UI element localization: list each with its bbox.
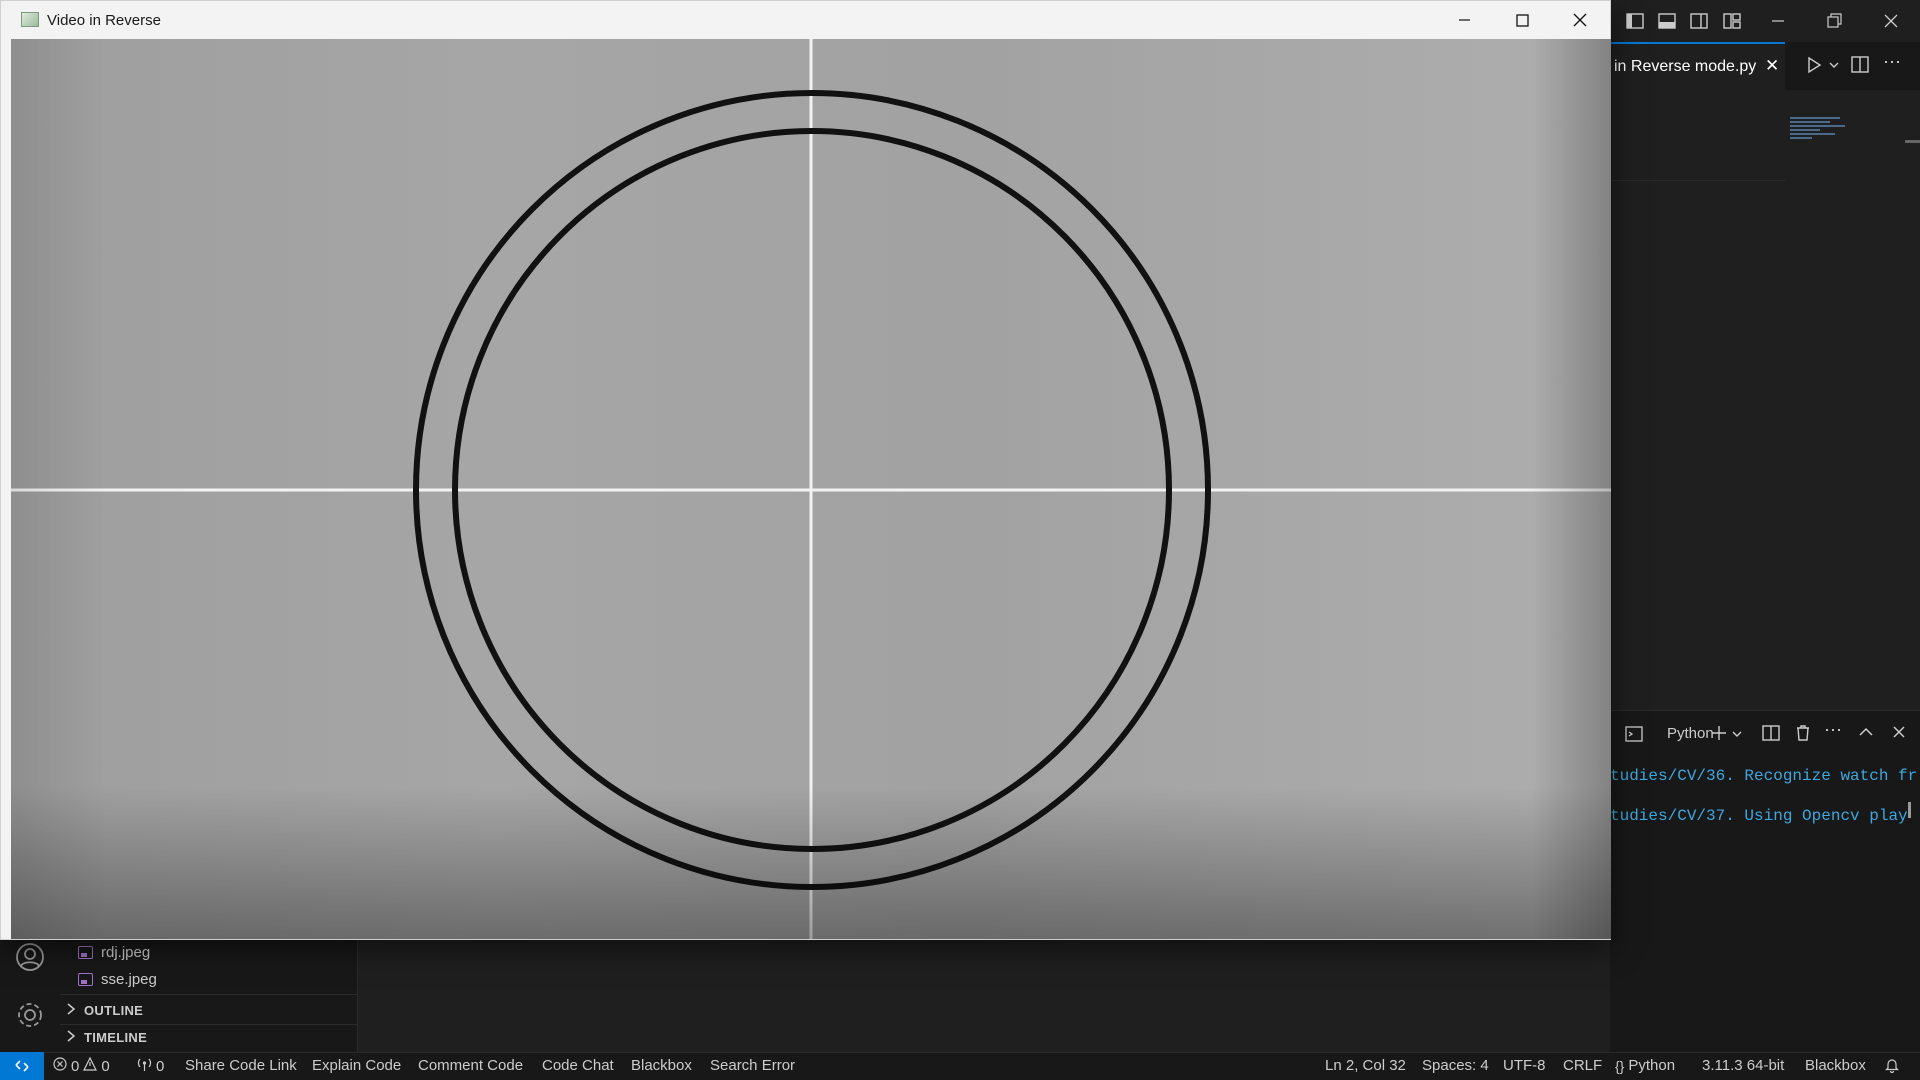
error-icon — [53, 1057, 67, 1075]
terminal-more-actions-icon[interactable]: ⋯ — [1824, 720, 1842, 741]
section-divider — [60, 994, 357, 995]
explorer-sidebar: rdj.jpeg sse.jpeg OUTLINE TIMELINE — [60, 940, 358, 1052]
timeline-section-header[interactable]: TIMELINE — [66, 1025, 147, 1049]
language-mode[interactable]: {} Python — [1615, 1057, 1675, 1074]
accounts-icon[interactable] — [15, 942, 45, 977]
encoding-setting[interactable]: UTF-8 — [1503, 1057, 1546, 1074]
vscode-minimize-icon[interactable] — [1768, 11, 1788, 31]
terminal-name[interactable]: Python — [1667, 725, 1714, 742]
editor-tab-label: in Reverse mode.py — [1614, 58, 1757, 75]
cursor-position[interactable]: Ln 2, Col 32 — [1325, 1057, 1406, 1074]
frame-vignette — [11, 39, 1611, 939]
manage-gear-icon[interactable] — [15, 1000, 45, 1035]
file-name: sse.jpeg — [101, 970, 157, 988]
warning-count: 0 — [101, 1057, 110, 1075]
image-file-icon — [78, 945, 93, 959]
terminal-dropdown-chevron-icon[interactable] — [1731, 727, 1743, 745]
tab-close-icon[interactable]: ✕ — [1765, 56, 1779, 76]
language-label: Python — [1628, 1057, 1676, 1074]
ports-count: 0 — [156, 1058, 165, 1075]
toggle-primary-sidebar-icon[interactable] — [1625, 11, 1645, 31]
maximize-icon — [1516, 14, 1529, 27]
image-file-icon — [78, 972, 93, 986]
window-titlebar[interactable]: Video in Reverse — [1, 1, 1610, 39]
vscode-restore-icon[interactable] — [1824, 11, 1844, 31]
comment-code-button[interactable]: Comment Code — [418, 1057, 523, 1074]
broadcast-icon — [137, 1057, 152, 1076]
opencv-app-icon — [21, 12, 39, 27]
terminal-icon — [1624, 724, 1644, 749]
split-editor-icon[interactable] — [1850, 55, 1870, 80]
problems-indicator[interactable]: 0 0 — [53, 1056, 110, 1075]
outline-label: OUTLINE — [84, 1002, 144, 1018]
warning-icon — [83, 1056, 98, 1075]
editor-divider — [1610, 180, 1785, 181]
window-minimize-button[interactable] — [1435, 1, 1493, 39]
remote-indicator-button[interactable] — [0, 1052, 44, 1080]
remote-icon — [15, 1060, 29, 1072]
file-item-sse[interactable]: sse.jpeg — [78, 967, 157, 991]
eol-setting[interactable]: CRLF — [1563, 1057, 1602, 1074]
kill-terminal-trash-icon[interactable] — [1793, 723, 1813, 748]
editor-tab-reverse-mode[interactable]: in Reverse mode.py ✕ — [1610, 42, 1785, 90]
status-bar: 0 0 0 Share Code Link Explain Code Comme… — [0, 1052, 1920, 1080]
share-code-link-button[interactable]: Share Code Link — [185, 1057, 297, 1074]
minimize-icon — [1459, 19, 1470, 21]
explain-code-button[interactable]: Explain Code — [312, 1057, 401, 1074]
maximize-panel-chevron-up-icon[interactable] — [1857, 723, 1875, 746]
editor-scrollbar[interactable] — [1905, 140, 1920, 143]
terminal-line: tudies/CV/36. Recognize watch fr — [1610, 767, 1918, 785]
terminal-line: tudies/CV/37. Using Opencv play — [1610, 807, 1908, 825]
editor-area[interactable] — [1610, 90, 1920, 710]
run-python-file-icon[interactable] — [1805, 56, 1823, 79]
terminal-panel-header: Python ⋯ — [1610, 714, 1920, 752]
blackbox-button[interactable]: Blackbox — [631, 1057, 692, 1074]
more-actions-icon[interactable]: ⋯ — [1883, 52, 1901, 73]
vscode-close-icon[interactable] — [1881, 11, 1901, 31]
window-close-button[interactable] — [1551, 1, 1609, 39]
indentation-setting[interactable]: Spaces: 4 — [1422, 1057, 1489, 1074]
chevron-right-icon — [66, 1002, 76, 1018]
outline-section-header[interactable]: OUTLINE — [66, 998, 143, 1022]
minimap[interactable] — [1790, 115, 1850, 150]
python-interpreter[interactable]: 3.11.3 64-bit — [1702, 1057, 1784, 1074]
file-name: rdj.jpeg — [101, 943, 151, 961]
customize-layout-icon[interactable] — [1722, 11, 1742, 31]
notifications-bell-icon[interactable] — [1884, 1057, 1900, 1073]
braces-icon: {} — [1615, 1057, 1625, 1074]
ports-indicator[interactable]: 0 — [137, 1057, 164, 1076]
chevron-right-icon — [66, 1029, 76, 1045]
split-terminal-icon[interactable] — [1761, 723, 1781, 748]
blackbox-status[interactable]: Blackbox — [1805, 1057, 1866, 1074]
close-panel-icon[interactable] — [1890, 723, 1908, 746]
terminal-scrollbar[interactable] — [1908, 802, 1911, 818]
search-error-button[interactable]: Search Error — [710, 1057, 795, 1074]
window-maximize-button[interactable] — [1493, 1, 1551, 39]
toggle-panel-icon[interactable] — [1657, 11, 1677, 31]
run-dropdown-chevron-icon[interactable] — [1828, 58, 1840, 76]
video-frame — [11, 39, 1611, 939]
window-title: Video in Reverse — [47, 12, 161, 29]
toggle-secondary-sidebar-icon[interactable] — [1689, 11, 1709, 31]
new-terminal-plus-icon[interactable] — [1709, 723, 1729, 748]
timeline-label: TIMELINE — [84, 1029, 148, 1045]
file-item-rdj[interactable]: rdj.jpeg — [78, 940, 150, 964]
terminal-panel: tudies/CV/36. Recognize watch fr tudies/… — [1610, 710, 1920, 1053]
code-chat-button[interactable]: Code Chat — [542, 1057, 614, 1074]
video-in-reverse-window[interactable]: Video in Reverse — [0, 0, 1611, 940]
close-icon — [1573, 13, 1587, 27]
error-count: 0 — [71, 1057, 80, 1075]
